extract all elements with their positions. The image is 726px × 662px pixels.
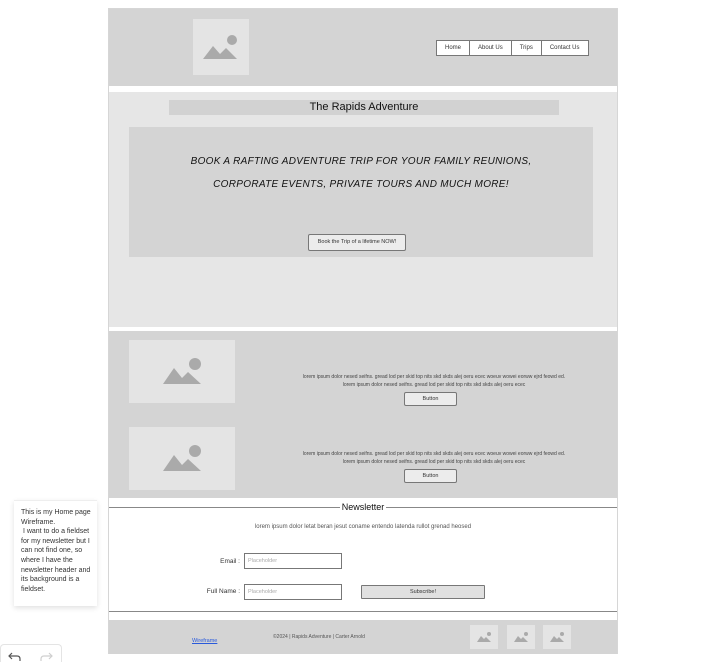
image-placeholder-icon xyxy=(477,632,491,642)
image-placeholder-icon xyxy=(163,358,201,384)
nav-home[interactable]: Home xyxy=(437,41,471,55)
comment-note[interactable]: This is my Home page Wireframe. I want t… xyxy=(14,500,97,606)
nav-contact-us[interactable]: Contact Us xyxy=(542,41,588,55)
hero-text-line-1: BOOK A RAFTING ADVENTURE TRIP FOR YOUR F… xyxy=(190,156,532,167)
nav-trips[interactable]: Trips xyxy=(512,41,542,55)
feature-button[interactable]: Button xyxy=(404,469,457,483)
image-placeholder-icon xyxy=(163,445,201,471)
site-header: Home About Us Trips Contact Us xyxy=(109,9,617,86)
footer-image-placeholder xyxy=(543,625,571,649)
image-placeholder-icon xyxy=(550,632,564,642)
feature-text-line-2: lorem ipsum dolor nesed seifns. gread lo… xyxy=(342,459,526,465)
feature-text: lorem ipsum dolor nesed seifns. gread lo… xyxy=(269,450,599,466)
email-field[interactable]: Placeholder xyxy=(244,553,342,569)
logo-image-placeholder xyxy=(193,19,249,75)
undo-icon[interactable] xyxy=(8,651,22,661)
newsletter-description: lorem ipsum dolor letat beran jesut cona… xyxy=(254,524,472,530)
full-name-field[interactable]: Placeholder xyxy=(244,584,342,600)
feature-image-placeholder xyxy=(129,340,235,403)
feature-text-line-1: lorem ipsum dolor nesed seifns. gread lo… xyxy=(302,451,566,457)
features-section: lorem ipsum dolor nesed seifns. gread lo… xyxy=(109,331,617,498)
hero-banner: BOOK A RAFTING ADVENTURE TRIP FOR YOUR F… xyxy=(129,127,593,257)
feature-text-line-1: lorem ipsum dolor nesed seifns. gread lo… xyxy=(302,374,566,380)
newsletter-heading: Newsletter xyxy=(339,502,387,512)
feature-text: lorem ipsum dolor nesed seifns. gread lo… xyxy=(269,373,599,389)
subscribe-button[interactable]: Subscribe! xyxy=(361,585,485,599)
footer-image-placeholder xyxy=(507,625,535,649)
main-nav: Home About Us Trips Contact Us xyxy=(436,40,589,56)
book-trip-button[interactable]: Book the Trip of a lifetime NOW! xyxy=(308,234,406,251)
redo-icon[interactable] xyxy=(39,651,53,661)
feature-image-placeholder xyxy=(129,427,235,490)
feature-text-line-2: lorem ipsum dolor nesed seifns. gread lo… xyxy=(342,382,526,388)
feature-button[interactable]: Button xyxy=(404,392,457,406)
site-footer: Wireframe ©2024 | Rapids Adventure | Car… xyxy=(109,620,617,654)
newsletter-fieldset: Newsletter lorem ipsum dolor letat beran… xyxy=(109,502,617,612)
hero-text-line-2: CORPORATE EVENTS, PRIVATE TOURS AND MUCH… xyxy=(213,179,509,190)
footer-image-placeholder xyxy=(470,625,498,649)
email-label: Email : xyxy=(220,558,240,565)
page-title: The Rapids Adventure xyxy=(169,100,559,115)
copyright-text: ©2024 | Rapids Adventure | Carter Arnold xyxy=(273,634,365,640)
image-placeholder-icon xyxy=(203,35,237,59)
nav-about-us[interactable]: About Us xyxy=(470,41,512,55)
image-placeholder-icon xyxy=(514,632,528,642)
newsletter-legend: Newsletter xyxy=(109,502,617,512)
undo-redo-toolbar xyxy=(0,644,62,662)
wireframe-link[interactable]: Wireframe xyxy=(192,638,217,644)
hero-section: The Rapids Adventure BOOK A RAFTING ADVE… xyxy=(109,92,617,327)
wireframe-page: Home About Us Trips Contact Us The Rapid… xyxy=(108,8,618,654)
full-name-label: Full Name : xyxy=(206,588,240,595)
